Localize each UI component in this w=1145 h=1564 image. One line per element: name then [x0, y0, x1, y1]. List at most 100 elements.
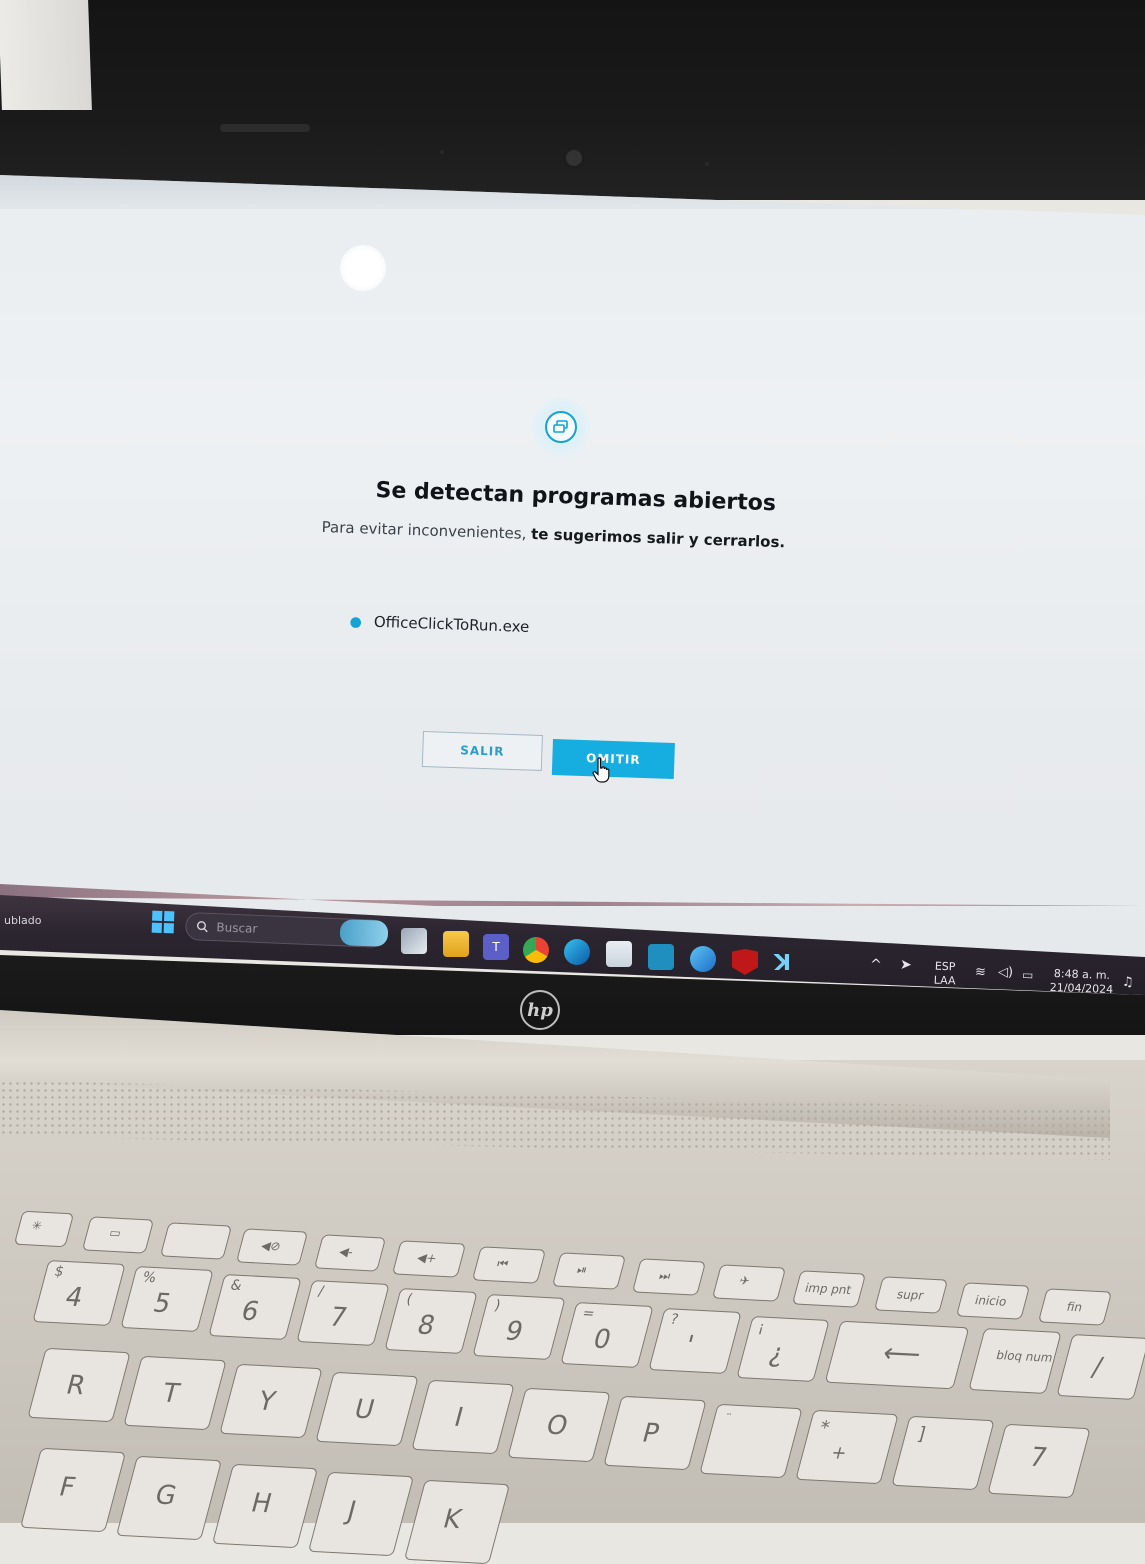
key-f-vol-down[interactable]: ◀- [313, 1234, 387, 1272]
battery-icon[interactable]: ▭ [1022, 968, 1034, 982]
exit-button[interactable]: SALIR [421, 731, 543, 771]
key-label: 0 [589, 1324, 615, 1356]
key-shift-label: ? [668, 1311, 681, 1328]
skip-button[interactable]: OMITIR [551, 739, 675, 780]
keyboard-layout: LAA [933, 973, 956, 988]
bullet-icon: ● [349, 613, 363, 631]
key-8[interactable]: (8 [384, 1288, 478, 1354]
edge-icon[interactable] [564, 939, 590, 965]
key-label: J [343, 1496, 360, 1527]
weather-widget[interactable]: ublado [4, 914, 41, 927]
key-home[interactable]: inicio [955, 1282, 1031, 1320]
key-label: I [450, 1402, 467, 1433]
key-label: fin [1065, 1299, 1084, 1315]
key-label: bloq num [994, 1347, 1055, 1365]
key-0[interactable]: = 0 [560, 1302, 654, 1368]
location-icon: ➤ [899, 956, 913, 974]
key-label: U [350, 1394, 378, 1426]
key-backspace[interactable]: ⟵ [824, 1320, 970, 1390]
key-label: ' [681, 1330, 697, 1361]
file-explorer-icon[interactable] [443, 931, 469, 957]
key-5[interactable]: % 5 [120, 1266, 214, 1332]
webcam-sensor [705, 162, 709, 166]
search-highlight-art [339, 919, 389, 947]
key-label: H [247, 1488, 275, 1520]
key-shift-label: = [580, 1305, 597, 1323]
key-f-prev[interactable]: ⏮ [471, 1246, 547, 1284]
wifi-icon[interactable]: ≋ [975, 965, 986, 980]
teams-icon[interactable]: T [483, 934, 509, 960]
k-app-icon[interactable]: ꓘ [774, 951, 800, 977]
webcam-sensor [440, 150, 444, 154]
key-label: 9 [501, 1316, 527, 1348]
task-view-icon[interactable] [401, 928, 427, 954]
language-code: ESP [934, 959, 956, 974]
key-print-screen[interactable]: imp pnt [791, 1270, 867, 1308]
key-label: 6 [237, 1296, 263, 1328]
key-f-airplane[interactable]: ✈ [711, 1264, 787, 1302]
key-label: 8 [413, 1310, 439, 1342]
key-f-blank[interactable] [159, 1222, 233, 1260]
key-label: imp pnt [803, 1280, 853, 1298]
key-label: K [439, 1504, 465, 1536]
key-shift-label: $ [52, 1263, 66, 1280]
key-shift-label: ¡ [756, 1319, 767, 1336]
key-label: F [55, 1472, 79, 1504]
hp-logo: hp [520, 990, 560, 1030]
windows-start-icon[interactable] [151, 910, 176, 935]
key-label: 4 [61, 1282, 87, 1314]
key-f-next[interactable]: ⏭ [631, 1258, 707, 1296]
key-label: Y [254, 1386, 279, 1418]
key-shift-label: ( [404, 1291, 415, 1308]
key-f-mute[interactable]: ◀⊘ [235, 1228, 309, 1266]
key-delete[interactable]: supr [873, 1276, 949, 1314]
bezel-slot [220, 124, 310, 132]
key-label: O [542, 1410, 572, 1442]
webcam [566, 150, 582, 166]
search-icon [196, 921, 208, 933]
key-shift-label: % [140, 1269, 158, 1287]
key-label: / [1088, 1352, 1106, 1383]
light-reflection [340, 245, 386, 291]
laptop-screen [0, 175, 1145, 965]
store-icon[interactable] [606, 941, 632, 967]
key-label: ¿ [765, 1338, 788, 1370]
key-7[interactable]: /7 [296, 1280, 390, 1346]
key-label: P [638, 1418, 663, 1450]
key-shift-label: / [316, 1283, 326, 1300]
key-label: R [62, 1370, 89, 1402]
key-inverted-question[interactable]: ¡ ¿ [736, 1316, 830, 1382]
key-9[interactable]: ) 9 [472, 1294, 566, 1360]
key-f-display[interactable]: ▭ [81, 1216, 155, 1254]
tray-chevron-icon[interactable]: ^ [870, 957, 882, 973]
key-shift-label: ) [492, 1297, 503, 1314]
key-numpad-slash[interactable]: / [1056, 1334, 1145, 1400]
key-label: inicio [973, 1293, 1009, 1309]
key-apostrophe[interactable]: ? ' [648, 1308, 742, 1374]
hp-logo-text: hp [527, 999, 553, 1021]
stacked-windows-icon [532, 398, 590, 456]
background-wall [0, 0, 92, 110]
app-tile-icon[interactable] [648, 944, 674, 970]
key-label: G [151, 1480, 180, 1512]
hand-cursor-icon [592, 757, 610, 783]
help-app-icon[interactable] [690, 946, 716, 972]
key-label: T [158, 1378, 183, 1410]
laptop-bezel-top [0, 0, 1145, 200]
key-label: 7 [325, 1302, 351, 1334]
language-indicator[interactable]: ESP LAA [934, 960, 957, 989]
chrome-icon[interactable] [523, 937, 549, 963]
notification-bell-icon[interactable]: ♫ [1122, 975, 1134, 990]
key-label: 5 [149, 1288, 175, 1320]
key-f-play[interactable]: ⏯ [551, 1252, 627, 1290]
key-6[interactable]: & 6 [208, 1274, 302, 1340]
key-f-brightness[interactable]: ✳ [13, 1210, 75, 1248]
search-placeholder: Buscar [216, 920, 258, 936]
key-shift-label: & [228, 1277, 244, 1295]
key-end[interactable]: fin [1037, 1288, 1113, 1326]
key-4[interactable]: $4 [32, 1260, 126, 1326]
key-f-vol-up[interactable]: ◀+ [391, 1240, 467, 1278]
key-label: 7 [1025, 1442, 1051, 1474]
key-num-lock[interactable]: bloq num [968, 1328, 1062, 1394]
volume-icon[interactable]: ◁) [998, 965, 1014, 981]
